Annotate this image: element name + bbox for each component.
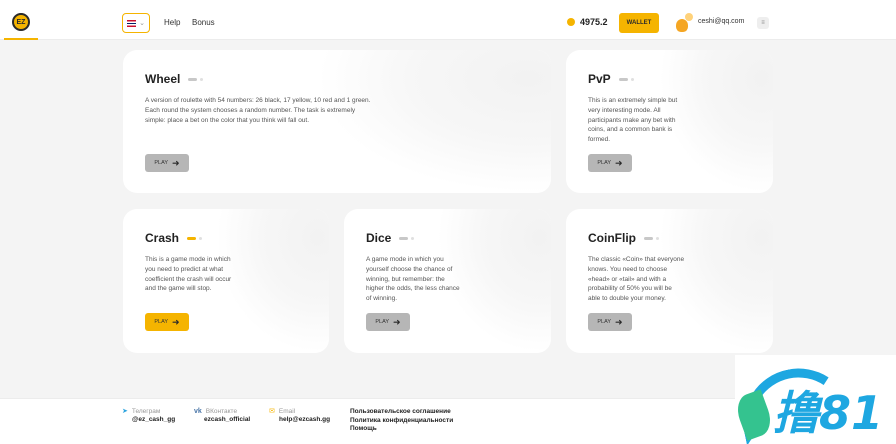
logo-text: EZ xyxy=(16,18,26,26)
coin-icon xyxy=(567,18,575,26)
watermark-text: 撸81 xyxy=(773,386,884,440)
game-card-pvp: PvP This is an extremely simple but very… xyxy=(566,50,773,193)
avatar[interactable] xyxy=(676,13,693,32)
vk-icon: vk xyxy=(194,408,202,415)
card-description: This is a game mode in which you need to… xyxy=(145,256,232,293)
uk-flag-icon xyxy=(127,19,137,27)
nav-bonus-link[interactable]: Bonus xyxy=(192,18,215,27)
watermark: 撸81 xyxy=(732,355,896,444)
play-label: PLAY xyxy=(375,319,390,325)
play-label: PLAY xyxy=(597,160,612,166)
footer-link-help[interactable]: Помощь xyxy=(350,425,453,434)
game-card-coinflip: CoinFlip The classic «Coin» that everyon… xyxy=(566,209,773,353)
contact-label: Телеграм xyxy=(131,408,161,415)
card-title: PvP xyxy=(588,72,611,86)
contact-label: Email xyxy=(278,408,296,415)
card-title: Wheel xyxy=(145,72,181,86)
card-description: The classic «Coin» that everyone knows. … xyxy=(588,256,685,303)
nav-help-link[interactable]: Help xyxy=(164,18,180,27)
language-selector[interactable]: ⌄ xyxy=(122,13,150,33)
menu-button[interactable]: ≡ xyxy=(757,17,769,29)
play-button-wheel[interactable]: PLAY ➜ xyxy=(145,154,189,172)
card-title: Dice xyxy=(366,231,392,245)
contact-value[interactable]: ezcash_official xyxy=(194,416,250,424)
play-label: PLAY xyxy=(154,160,169,166)
arrow-right-icon: ➜ xyxy=(172,157,180,168)
play-label: PLAY xyxy=(154,319,169,325)
user-email[interactable]: ceshi@qq.com xyxy=(698,18,744,25)
wallet-button[interactable]: WALLET xyxy=(619,13,659,33)
title-dash-icon xyxy=(187,236,197,240)
top-bar: EZ ⌄ Help Bonus 4975.2 WALLET ceshi@qq.c… xyxy=(0,0,896,40)
title-dash-icon xyxy=(618,77,628,81)
chevron-down-icon: ⌄ xyxy=(139,20,145,27)
arrow-right-icon: ➜ xyxy=(172,316,180,327)
footer-email[interactable]: ✉ Email help@ezcash.gg xyxy=(269,408,330,424)
title-dash-icon xyxy=(644,236,653,240)
play-button-pvp[interactable]: PLAY ➜ xyxy=(588,154,632,172)
title-dash-icon xyxy=(188,77,198,81)
footer-link-user-agreement[interactable]: Пользовательское соглашение xyxy=(350,408,453,417)
footer-links: Пользовательское соглашение Политика кон… xyxy=(350,408,453,434)
card-title: CoinFlip xyxy=(588,231,636,245)
arrow-right-icon: ➜ xyxy=(615,157,623,168)
game-card-wheel: Wheel A version of roulette with 54 numb… xyxy=(123,50,551,193)
logo-active-indicator xyxy=(4,38,38,40)
card-description: A game mode in which you yourself choose… xyxy=(366,256,460,303)
contact-value[interactable]: @ez_cash_gg xyxy=(122,416,175,424)
game-card-dice: Dice A game mode in which you yourself c… xyxy=(344,209,551,353)
email-icon: ✉ xyxy=(269,408,275,415)
arrow-right-icon: ➜ xyxy=(615,316,623,327)
arrow-right-icon: ➜ xyxy=(393,316,401,327)
play-label: PLAY xyxy=(597,319,612,325)
footer-telegram[interactable]: ➤ Телеграм @ez_cash_gg xyxy=(122,408,175,424)
play-button-crash[interactable]: PLAY ➜ xyxy=(145,313,189,331)
title-dash-icon xyxy=(399,236,409,240)
contact-value[interactable]: help@ezcash.gg xyxy=(269,416,330,424)
play-button-coinflip[interactable]: PLAY ➜ xyxy=(588,313,632,331)
logo[interactable]: EZ xyxy=(12,13,30,31)
card-description: A version of roulette with 54 numbers: 2… xyxy=(145,97,371,124)
play-button-dice[interactable]: PLAY ➜ xyxy=(366,313,410,331)
footer-link-privacy-policy[interactable]: Политика конфиденциальности xyxy=(350,417,453,426)
card-description: This is an extremely simple but very int… xyxy=(588,97,678,144)
footer-vk[interactable]: vk ВКонтакте ezcash_official xyxy=(194,408,250,424)
game-card-crash: Crash This is a game mode in which you n… xyxy=(123,209,329,353)
telegram-icon: ➤ xyxy=(122,408,128,415)
contact-label: ВКонтакте xyxy=(205,408,238,415)
card-title: Crash xyxy=(145,231,180,245)
balance-amount: 4975.2 xyxy=(580,17,608,27)
